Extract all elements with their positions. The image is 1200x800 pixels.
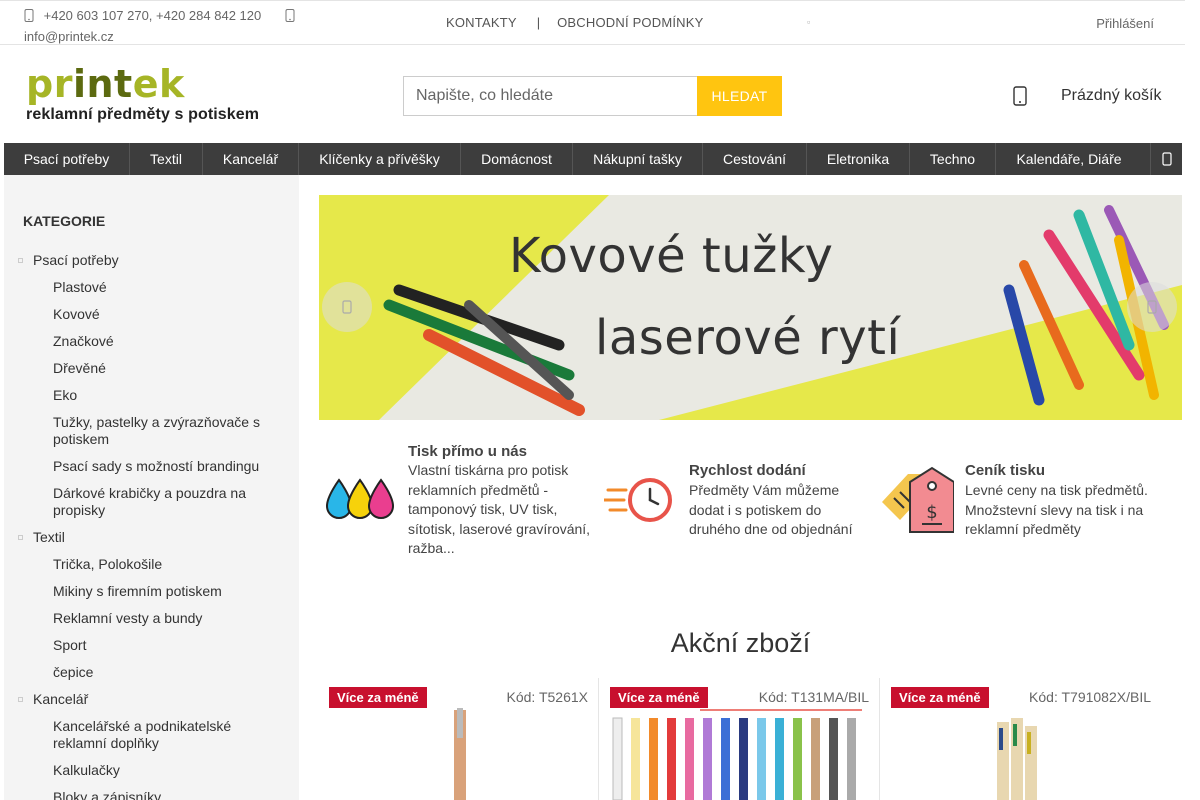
nav-item-psaci-potreby[interactable]: Psací potřeby (4, 143, 130, 175)
subcategory-item[interactable]: Kovové (18, 306, 288, 323)
banner-subtitle: laserové rytí (595, 310, 901, 366)
product-image (997, 718, 1037, 800)
nav-item-domacnost[interactable]: Domácnost (461, 143, 573, 175)
logo-wordmark: printek (26, 62, 185, 106)
subcategory-item[interactable]: Tužky, pastelky a zvýrazňovače s potiske… (18, 414, 288, 448)
email-link[interactable]: info@printek.cz (24, 29, 114, 44)
product-image (612, 709, 862, 800)
cart[interactable]: Prázdný košík (1013, 86, 1161, 106)
slider-prev-button[interactable] (322, 282, 372, 332)
subcategory-item[interactable]: Psací sady s možností brandingu (18, 458, 288, 475)
link-obchodni-podminky[interactable]: OBCHODNÍ PODMÍNKY (557, 15, 703, 30)
price-tag-icon: $ (882, 466, 954, 533)
feature-text: Vlastní tiskárna pro potisk reklamních p… (408, 462, 591, 556)
feature-title: Tisk přímo u nás (408, 443, 527, 460)
subcategory-item[interactable]: Dřevěné (18, 360, 288, 377)
category-item[interactable]: Textil (18, 529, 288, 546)
category-item[interactable]: Psací potřeby (18, 252, 288, 269)
contact-info: +420 603 107 270, +420 284 842 120 info@… (24, 5, 314, 47)
svg-text:$: $ (926, 502, 937, 523)
slider-next-button[interactable] (1127, 282, 1177, 332)
search-input[interactable] (403, 76, 697, 116)
cart-icon (1013, 86, 1027, 106)
nav-item-klicenky[interactable]: Klíčenky a přívěšky (299, 143, 461, 175)
product-image (454, 708, 466, 800)
feature-text: Předměty Vám můžeme dodat i s potiskem d… (689, 482, 853, 537)
product-card[interactable]: Více za méně Kód: T791082X/BIL (881, 678, 1161, 800)
product-code: Kód: T791082X/BIL (1029, 689, 1151, 705)
mobile-icon (1147, 300, 1157, 314)
feature-pricing: $ Ceník tisku Levné ceny na tisk předmět… (880, 460, 1160, 550)
feature-title: Ceník tisku (965, 462, 1046, 479)
nav-item-kalendare[interactable]: Kalendáře, Diáře (996, 143, 1142, 175)
promo-badge: Více za méně (329, 687, 427, 708)
nav-item-nakupni-tasky[interactable]: Nákupní tašky (573, 143, 703, 175)
subcategory-item[interactable]: Trička, Polokošile (18, 556, 288, 573)
section-title-akcni-zbozi: Akční zboží (670, 628, 811, 658)
login-link[interactable]: Přihlášení (1096, 16, 1154, 31)
mobile-icon (342, 300, 352, 314)
category-list: Psací potřeby Plastové Kovové Značkové Dřevě… (18, 252, 288, 800)
category-item[interactable]: Kancelář (18, 691, 288, 708)
nav-item-textil[interactable]: Textil (130, 143, 203, 175)
subcategory-item[interactable]: Sport (18, 637, 288, 654)
subcategory-item[interactable]: Kalkulačky (18, 762, 288, 779)
product-card[interactable]: Více za méně Kód: T131MA/BIL (600, 678, 880, 800)
subcategory-item[interactable]: Mikiny s firemním potiskem (18, 583, 288, 600)
subcategory-item[interactable]: Kancelářské a podnikatelské reklamní dop… (18, 718, 288, 752)
product-code: Kód: T131MA/BIL (758, 689, 869, 705)
top-links-separator: | (536, 15, 541, 30)
promo-badge: Více za méně (891, 687, 989, 708)
logo[interactable]: printek reklamní předměty s potiskem (26, 62, 286, 126)
phone-numbers: +420 603 107 270, +420 284 842 120 (43, 8, 262, 23)
category-sidebar: KATEGORIE Psací potřeby Plastové Kovové Zna… (4, 175, 299, 800)
category-title: KATEGORIE (23, 213, 106, 229)
small-square-icon: ▫ (807, 17, 811, 27)
phone-icon (24, 9, 34, 22)
search-button[interactable]: HLEDAT (697, 76, 782, 116)
mobile-icon (1161, 152, 1172, 166)
top-links: KONTAKTY | OBCHODNÍ PODMÍNKY ▫ (446, 15, 810, 30)
feature-print: Tisk přímo u nás Vlastní tiskárna pro po… (323, 440, 603, 560)
cart-label: Prázdný košík (1061, 87, 1162, 104)
ink-drops-icon (325, 478, 395, 519)
fast-clock-icon (604, 478, 672, 522)
logo-tagline: reklamní předměty s potiskem (26, 106, 260, 123)
subcategory-item[interactable]: Eko (18, 387, 288, 404)
product-code: Kód: T5261X (506, 689, 588, 705)
top-bar: +420 603 107 270, +420 284 842 120 info@… (0, 0, 1185, 45)
feature-speed: Rychlost dodání Předměty Vám můžeme doda… (604, 460, 884, 550)
subcategory-item[interactable]: Bloky a zápisníky (18, 789, 288, 800)
banner-title: Kovové tužky (509, 228, 834, 284)
link-kontakty[interactable]: KONTAKTY (446, 15, 517, 30)
promo-badge: Více za méně (610, 687, 708, 708)
subcategory-item[interactable]: Značkové (18, 333, 288, 350)
subcategory-item[interactable]: Dárkové krabičky a pouzdra na propisky (18, 485, 288, 519)
mobile-icon (285, 9, 295, 22)
main-navigation: Psací potřeby Textil Kancelář Klíčenky a… (4, 143, 1182, 175)
nav-item-cestovani[interactable]: Cestování (703, 143, 807, 175)
nav-more-button[interactable] (1150, 143, 1182, 175)
nav-item-techno[interactable]: Techno (910, 143, 996, 175)
feature-text: Levné ceny na tisk předmětů. Množstevní … (965, 482, 1148, 537)
search-form: HLEDAT (403, 76, 782, 116)
subcategory-item[interactable]: Plastové (18, 279, 288, 296)
subcategory-item[interactable]: čepice (18, 664, 288, 681)
product-card[interactable]: Více za méně Kód: T5261X (319, 678, 599, 800)
nav-item-eletronika[interactable]: Eletronika (807, 143, 910, 175)
nav-item-kancelar[interactable]: Kancelář (203, 143, 299, 175)
subcategory-item[interactable]: Reklamní vesty a bundy (18, 610, 288, 627)
feature-title: Rychlost dodání (689, 462, 806, 479)
promo-banner[interactable]: Kovové tužky laserové rytí (319, 195, 1182, 420)
